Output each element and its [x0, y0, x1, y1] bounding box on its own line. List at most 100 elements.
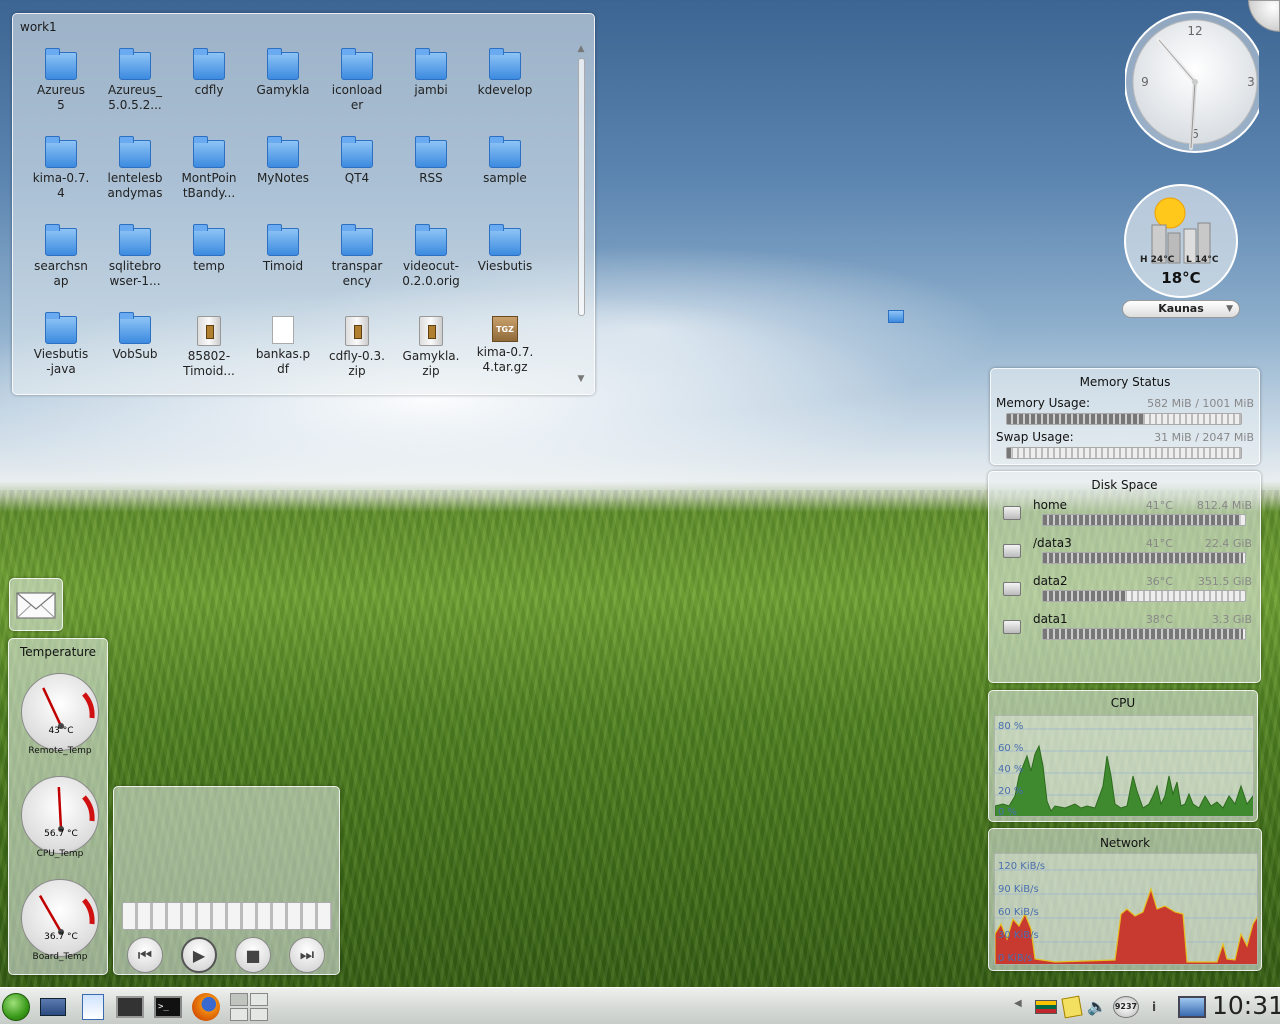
zip-archive-icon	[197, 316, 221, 346]
file-item[interactable]: Gamykla	[248, 48, 318, 98]
skip-forward-icon: ⏭	[299, 945, 315, 964]
gauge-value: 56.7 °C	[44, 829, 78, 839]
file-item[interactable]: kima-0.7. 4	[26, 136, 96, 201]
file-item[interactable]: RSS	[396, 136, 466, 186]
pager-grid-icon	[230, 992, 268, 1021]
disk-free-value: 351.5 GiB	[1197, 575, 1252, 588]
notifications-button[interactable]: i	[1143, 992, 1165, 1021]
disk-usage-bar	[1042, 628, 1246, 640]
file-item[interactable]: QT4	[322, 136, 392, 186]
disk-free-value: 3.3 GiB	[1211, 613, 1252, 626]
folder-icon	[119, 224, 151, 256]
playback-progress-bar[interactable]	[122, 902, 332, 930]
file-item-label: MontPoin tBandy...	[181, 171, 237, 200]
folder-icon	[193, 136, 225, 168]
desktop-pager[interactable]	[228, 992, 270, 1021]
file-item[interactable]: MyNotes	[248, 136, 318, 186]
folder-icon	[267, 136, 299, 168]
envelope-icon[interactable]	[10, 579, 62, 630]
firefox-launcher[interactable]	[191, 992, 221, 1021]
file-item[interactable]: sqlitebro wser-1...	[100, 224, 170, 289]
computer-network-icon	[40, 997, 66, 1016]
volume-button[interactable]: 🔈	[1085, 992, 1109, 1021]
graph-y-label: 90 KiB/s	[998, 884, 1039, 895]
file-item[interactable]: kdevelop	[470, 48, 540, 98]
folder-view-widget[interactable]: work1 ▲ ▼ Azureus 5 Azureus_ 5.0.5.2... cd…	[12, 13, 595, 395]
folder-icon	[341, 136, 373, 168]
disk-label: data2	[1033, 574, 1068, 588]
file-item[interactable]: Viesbutis -java	[26, 312, 96, 377]
next-button[interactable]: ⏭	[289, 937, 325, 973]
previous-button[interactable]: ⏮	[127, 937, 163, 973]
speaker-icon: 🔈	[1087, 997, 1107, 1016]
kde-menu-button[interactable]	[0, 992, 32, 1021]
desktop-small-icon[interactable]	[888, 310, 904, 323]
notes-launcher[interactable]	[78, 992, 108, 1021]
file-item[interactable]: lentelesb andymas	[100, 136, 170, 201]
file-item[interactable]: Viesbutis	[470, 224, 540, 274]
terminal-launcher[interactable]: >_	[153, 992, 183, 1021]
file-item[interactable]: cdfly-0.3. zip	[322, 316, 392, 379]
file-item[interactable]: videocut- 0.2.0.orig	[396, 224, 466, 289]
play-button[interactable]: ▶	[181, 937, 217, 973]
network-title: Network	[1099, 836, 1151, 850]
network-widget: Network 120 KiB/s 90 KiB/s 60 KiB/s 30 KiB/…	[988, 828, 1262, 971]
temperature-widget: Temperature 43 °C Remote_Temp 56.7 °C CPU_T…	[8, 638, 108, 975]
file-item[interactable]: 85802- Timoid...	[174, 316, 244, 379]
file-item[interactable]: MontPoin tBandy...	[174, 136, 244, 201]
file-item-label: Azureus 5	[36, 83, 86, 112]
tray-expand-arrow-icon[interactable]: ◀	[1014, 998, 1022, 1009]
disk-usage-bar	[1042, 514, 1246, 526]
file-item-label: VobSub	[112, 347, 158, 361]
file-item[interactable]: Azureus 5	[26, 48, 96, 113]
folder-icon	[267, 224, 299, 256]
weather-current-temp: 18°C	[1161, 269, 1201, 287]
file-item[interactable]: temp	[174, 224, 244, 274]
weather-widget: H 24°C L 14°C 18°C Kaunas ▼	[1122, 183, 1240, 319]
folder-icon	[489, 48, 521, 80]
keyboard-layout-indicator[interactable]	[1032, 992, 1060, 1021]
file-item[interactable]: cdfly	[174, 48, 244, 98]
folder-view-title: work1	[20, 20, 57, 34]
disk-space-widget: Disk Space home 41°C 812.4 MiB/data3 41°C 22…	[988, 471, 1261, 683]
folder-icon	[193, 224, 225, 256]
scroll-down-icon[interactable]: ▼	[575, 374, 587, 384]
stop-button[interactable]: ■	[235, 937, 271, 973]
file-item[interactable]: searchsn ap	[26, 224, 96, 289]
stop-icon: ■	[245, 945, 261, 965]
file-item[interactable]: jambi	[396, 48, 466, 98]
scrollbar-handle[interactable]	[578, 58, 585, 316]
file-item-label: bankas.p df	[255, 347, 311, 376]
play-icon: ▶	[192, 945, 206, 965]
weather-city-select[interactable]: Kaunas ▼	[1122, 300, 1240, 318]
network-manager-button[interactable]	[38, 992, 68, 1021]
counter-badge-button[interactable]: 9237	[1111, 992, 1141, 1021]
system-monitor-launcher[interactable]	[115, 992, 145, 1021]
file-item[interactable]: sample	[470, 136, 540, 186]
pdf-document-icon	[272, 316, 294, 344]
info-icon: i	[1151, 999, 1157, 1014]
file-item[interactable]: Azureus_ 5.0.5.2...	[100, 48, 170, 113]
scroll-up-icon[interactable]: ▲	[575, 44, 587, 54]
folder-icon	[193, 48, 225, 80]
folder-view-scrollbar[interactable]: ▲ ▼	[575, 44, 587, 389]
file-item-label: searchsn ap	[34, 259, 88, 288]
file-item[interactable]: Timoid	[248, 224, 318, 274]
mail-widget[interactable]	[9, 578, 63, 631]
chevron-down-icon[interactable]: ▼	[1226, 301, 1233, 317]
graph-y-label: 60 KiB/s	[998, 907, 1039, 918]
file-item[interactable]: VobSub	[100, 312, 170, 362]
clock-num-9: 9	[1141, 75, 1149, 89]
clock-time[interactable]: 10:31	[1212, 991, 1280, 1020]
file-item[interactable]: iconload er	[322, 48, 392, 113]
counter-badge: 9237	[1113, 995, 1139, 1018]
file-item[interactable]: bankas.p df	[248, 316, 318, 377]
show-desktop-button[interactable]	[1176, 992, 1208, 1021]
disk-temp: 36°C	[1145, 575, 1173, 588]
file-item[interactable]: transpar ency	[322, 224, 392, 289]
file-item[interactable]: TGZ kima-0.7. 4.tar.gz	[470, 316, 540, 375]
klipper-button[interactable]	[1060, 992, 1084, 1021]
graph-y-label: 80 %	[998, 721, 1024, 732]
file-item-label: QT4	[344, 171, 370, 185]
file-item[interactable]: Gamykla. zip	[396, 316, 466, 379]
